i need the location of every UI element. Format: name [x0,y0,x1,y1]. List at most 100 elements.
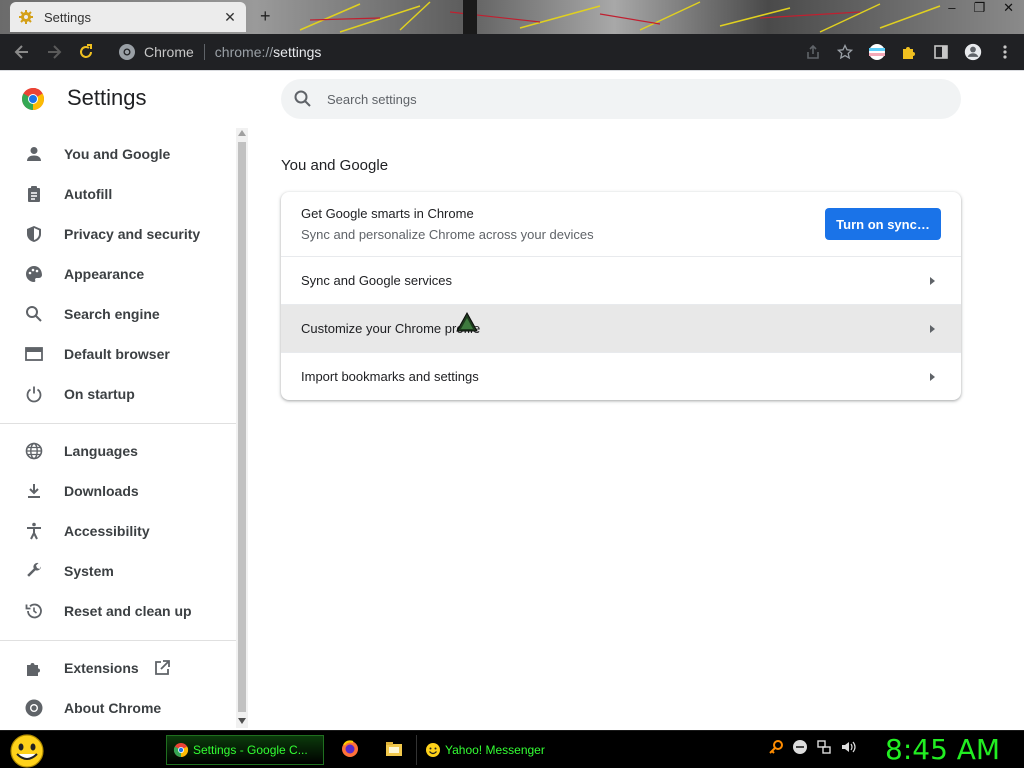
share-icon[interactable] [804,43,822,61]
firefox-icon[interactable] [340,739,360,759]
sidebar-item-languages[interactable]: Languages [0,432,236,470]
url-scheme: chrome:// [214,44,274,60]
key-icon[interactable] [768,739,784,755]
tab-settings[interactable]: Settings ✕ [10,2,246,32]
chrome-icon [119,44,135,60]
task-label: Yahoo! Messenger [445,743,545,757]
maximize-button[interactable]: ❐ [973,0,985,16]
sidebar-item-label: Downloads [64,483,139,499]
sidebar-item-label: About Chrome [64,700,162,716]
sidebar-item-accessibility[interactable]: Accessibility [0,512,236,550]
clipboard-icon [24,184,44,204]
sidebar-item-label: Autofill [64,186,113,202]
bookmark-star-icon[interactable] [836,43,854,61]
network-icon[interactable] [816,739,832,755]
reload-icon [80,44,92,58]
url-path: settings [273,44,322,60]
sidebar-item-label: You and Google [64,146,171,162]
close-window-button[interactable]: ✕ [1003,0,1014,16]
sidebar-item-autofill[interactable]: Autofill [0,175,236,213]
search-icon [294,90,311,107]
folder-icon[interactable] [384,739,404,759]
sidebar-item-downloads[interactable]: Downloads [0,472,236,510]
sidebar-item-about-chrome[interactable]: About Chrome [0,689,236,727]
task-label: Settings - Google C... [193,743,308,757]
sidebar-item-default-browser[interactable]: Default browser [0,335,236,373]
task-chrome-settings[interactable]: Settings - Google C... [166,735,324,765]
sidebar-item-privacy[interactable]: Privacy and security [0,215,236,253]
sync-promo-row: Get Google smarts in Chrome Sync and per… [281,192,961,256]
sidebar-item-label: Privacy and security [64,226,201,242]
new-tab-button[interactable]: + [260,6,271,27]
site-label: Chrome [144,44,194,60]
sidebar-item-you-and-google[interactable]: You and Google [0,135,236,173]
sidebar-item-appearance[interactable]: Appearance [0,255,236,293]
sidebar-item-label: Search engine [64,306,160,322]
window-titlebar: Settings ✕ + – ❐ ✕ [0,0,1024,34]
taskbar-clock[interactable]: 8:45 AM [885,733,1000,766]
chrome-icon [173,743,189,758]
scroll-thumb[interactable] [238,142,246,712]
globe-icon [24,441,44,461]
row-label: Customize your Chrome profile [301,321,481,336]
forward-button[interactable] [38,36,70,68]
palette-icon [24,264,44,284]
back-button[interactable] [6,36,38,68]
account-avatar-icon[interactable] [964,43,982,61]
smiley-icon [426,743,440,757]
row-sync-google-services[interactable]: Sync and Google services [281,257,961,304]
chevron-right-icon [930,277,935,285]
sidebar-item-label: Reset and clean up [64,603,192,619]
reload-button[interactable] [70,36,102,68]
history-icon [24,601,44,621]
sidebar-divider [0,423,236,424]
settings-sidebar: You and Google Autofill Privacy and secu… [0,130,236,730]
you-and-google-card: Get Google smarts in Chrome Sync and per… [281,192,961,400]
scroll-up-arrow-icon[interactable] [238,130,246,136]
sidebar-item-label: Appearance [64,266,145,282]
settings-search[interactable] [281,79,961,119]
chrome-logo-icon [22,88,44,110]
row-customize-profile[interactable]: Customize your Chrome profile [281,305,961,352]
chrome-icon [24,698,44,718]
status-circle-icon[interactable] [792,739,808,755]
row-import-bookmarks[interactable]: Import bookmarks and settings [281,353,961,400]
mouse-cursor-icon [456,311,478,332]
open-in-new-icon [154,660,170,675]
sidebar-item-label: System [64,563,114,579]
chevron-right-icon [930,325,935,333]
toolbar-divider [0,70,1024,71]
sync-promo-title: Get Google smarts in Chrome [301,206,474,221]
minimize-button[interactable]: – [948,0,955,16]
address-bar[interactable]: Chrome chrome://settings [106,38,856,66]
turn-on-sync-button[interactable]: Turn on sync… [825,208,941,240]
side-panel-icon[interactable] [932,43,950,61]
taskbar: Settings - Google C... Yahoo! Messenger … [0,730,1024,768]
sidebar-item-system[interactable]: System [0,552,236,590]
puzzle-icon [24,658,44,678]
tab-close-icon[interactable]: ✕ [222,9,238,26]
extensions-puzzle-icon[interactable] [900,43,918,61]
sidebar-item-label: Default browser [64,346,170,362]
search-input[interactable] [327,91,961,107]
toolbar-actions [804,34,1014,70]
start-smiley-icon[interactable] [8,733,46,769]
tab-title: Settings [44,9,91,25]
accessibility-icon [24,521,44,541]
scroll-down-arrow-icon[interactable] [238,718,246,724]
sidebar-scrollbar[interactable] [236,128,248,728]
wrench-icon [24,561,44,581]
chevron-right-icon [930,373,935,381]
row-label: Import bookmarks and settings [301,369,479,384]
sidebar-item-reset[interactable]: Reset and clean up [0,592,236,630]
power-icon [24,384,44,404]
browser-window-icon [24,344,44,364]
sidebar-item-extensions[interactable]: Extensions [0,649,236,687]
sidebar-item-search-engine[interactable]: Search engine [0,295,236,333]
profile-flag-icon[interactable] [868,43,886,61]
volume-icon[interactable] [840,739,856,755]
menu-kebab-icon[interactable] [996,43,1014,61]
task-yahoo-messenger[interactable]: Yahoo! Messenger [416,735,574,765]
address-separator [203,44,205,60]
sidebar-item-on-startup[interactable]: On startup [0,375,236,413]
